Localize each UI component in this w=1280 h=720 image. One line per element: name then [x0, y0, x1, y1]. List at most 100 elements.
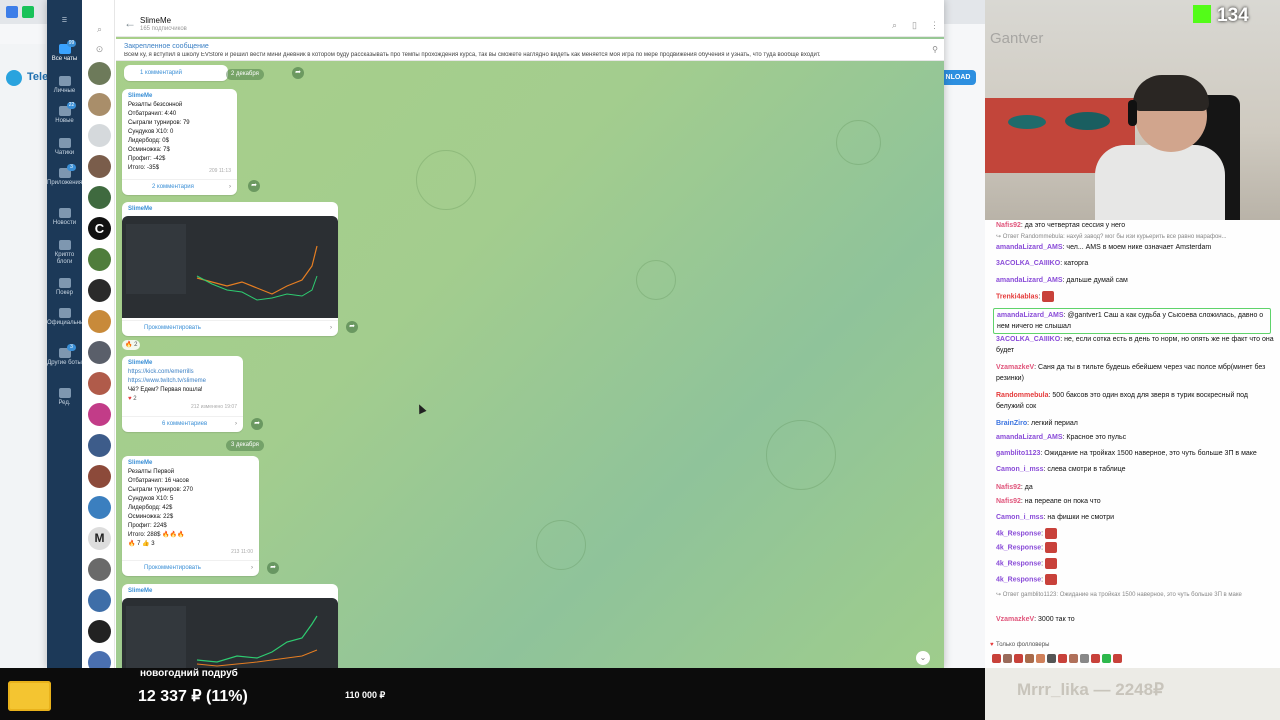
chat-username[interactable]: BrainZiro [996, 420, 1027, 427]
emote-row[interactable] [992, 654, 1124, 666]
results-screenshot[interactable] [122, 598, 338, 668]
sidebar-toggle-icon[interactable]: ▯ [912, 20, 917, 31]
chat-username[interactable]: 3ACOLKA_CAIIIKO [996, 260, 1060, 267]
chat-username[interactable]: gamblito1123 [996, 450, 1040, 457]
message-author[interactable]: SlimeMe [122, 584, 338, 599]
folder-all-chats[interactable]: Все чаты 99 [47, 40, 82, 63]
folder-edit[interactable]: Ред. [47, 388, 82, 407]
emote-icon[interactable] [1047, 654, 1056, 663]
chat-username[interactable]: Nafis92 [996, 222, 1021, 229]
folder-other-bots[interactable]: Другие боты 3 [47, 344, 82, 367]
emote-icon[interactable] [1102, 654, 1111, 663]
emote-icon[interactable] [1080, 654, 1089, 663]
tab-favicon[interactable] [6, 6, 18, 18]
chat-avatar[interactable] [88, 93, 111, 116]
channel-title[interactable]: SlimeMe [140, 16, 171, 25]
chat-username[interactable]: VzamazkeV [996, 616, 1034, 623]
scroll-down-button[interactable]: ⌄ [916, 651, 930, 665]
chat-username[interactable]: Camon_i_mss [996, 466, 1043, 473]
share-icon[interactable]: ➦ [267, 562, 279, 574]
chat-username[interactable]: Nafis92 [996, 498, 1021, 505]
share-icon[interactable]: ➦ [248, 180, 260, 192]
chat-username[interactable]: 3ACOLKA_CAIIIKO [996, 336, 1060, 343]
emote-icon[interactable] [1036, 654, 1045, 663]
chat-avatar[interactable] [88, 496, 111, 519]
chat-avatar[interactable] [88, 62, 111, 85]
share-icon[interactable]: ➦ [251, 418, 263, 430]
chat-avatar[interactable]: C [88, 217, 111, 240]
chat-username[interactable]: 4k_Response [996, 560, 1041, 567]
archive-icon[interactable]: ⊙ [88, 38, 111, 61]
chat-username[interactable]: 4k_Response [996, 576, 1041, 583]
message-author[interactable]: SlimeMe [128, 92, 231, 101]
results-screenshot[interactable] [122, 216, 338, 318]
emote-icon[interactable] [1091, 654, 1100, 663]
menu-icon[interactable]: ☰ [47, 18, 82, 25]
emote-icon[interactable] [992, 654, 1001, 663]
folder-crypto[interactable]: Крипто блоги [47, 240, 82, 266]
reaction-badge[interactable]: 🔥 2 [122, 340, 141, 350]
share-icon[interactable]: ➦ [346, 321, 358, 333]
chat-avatar[interactable] [88, 124, 111, 147]
chat-username[interactable]: Camon_i_mss [996, 514, 1043, 521]
chat-username[interactable]: amandaLizard_AMS [996, 277, 1063, 284]
chat-username[interactable]: amandaLizard_AMS [997, 312, 1064, 319]
emote-icon[interactable] [1058, 654, 1067, 663]
message-author[interactable]: SlimeMe [122, 202, 338, 217]
comment-button[interactable]: Прокомментировать › [122, 320, 338, 334]
comments-link[interactable]: 1 комментарий [124, 66, 228, 80]
chat-username[interactable]: 4k_Response [996, 530, 1041, 537]
folder-news[interactable]: Новости [47, 208, 82, 227]
more-icon[interactable]: ⋮ [930, 20, 939, 31]
chat-avatar[interactable] [88, 558, 111, 581]
chat-avatar[interactable]: M [88, 527, 111, 550]
search-icon[interactable]: ⌕ [892, 20, 897, 31]
chat-avatar[interactable] [88, 248, 111, 271]
folder-new[interactable]: Новые 22 [47, 102, 82, 125]
chat-avatar[interactable] [88, 434, 111, 457]
chat-avatar[interactable] [88, 155, 111, 178]
chat-username[interactable]: 4k_Response [996, 544, 1041, 551]
emote-icon[interactable] [1014, 654, 1023, 663]
chat-username[interactable]: amandaLizard_AMS [996, 434, 1063, 441]
message-author[interactable]: SlimeMe [128, 459, 253, 468]
chat-username[interactable]: Nafis92 [996, 484, 1021, 491]
chat-avatar[interactable] [88, 341, 111, 364]
reply-reference[interactable]: ↪ Ответ gamblito1123: Ожидание на тройка… [996, 590, 1274, 601]
emote-icon[interactable] [1069, 654, 1078, 663]
download-button[interactable]: NLOAD [940, 70, 976, 85]
pinned-message-bar[interactable]: Закрепленное сообщение Всем ку, я вступи… [116, 39, 944, 61]
twitch-link[interactable]: https://www.twitch.tv/slimeme [128, 377, 237, 386]
share-icon[interactable]: ➦ [292, 67, 304, 79]
chat-avatar[interactable] [88, 310, 111, 333]
chat-username[interactable]: VzamazkeV [996, 364, 1034, 371]
chat-avatar[interactable] [88, 589, 111, 612]
chat-avatar[interactable] [88, 465, 111, 488]
chat-avatar[interactable] [88, 279, 111, 302]
kick-link[interactable]: https://kick.com/emerrills [128, 368, 237, 377]
chat-username[interactable]: Trenki4ablas [996, 293, 1038, 300]
comments-link[interactable]: 6 комментариев › [122, 416, 243, 430]
emote-icon[interactable] [1025, 654, 1034, 663]
chat-username[interactable]: amandaLizard_AMS [996, 244, 1063, 251]
chat-avatar[interactable] [88, 403, 111, 426]
folder-apps[interactable]: Приложения 3 [47, 164, 82, 187]
back-arrow-icon[interactable]: ← [124, 16, 136, 30]
message-author[interactable]: SlimeMe [128, 359, 237, 368]
tab-favicon[interactable] [22, 6, 34, 18]
emote-icon[interactable] [1113, 654, 1122, 663]
chat-username[interactable]: Randommebula [996, 392, 1049, 399]
headphones [1128, 100, 1137, 126]
emote-icon[interactable] [1003, 654, 1012, 663]
folder-personal[interactable]: Личные [47, 76, 82, 95]
comment-button[interactable]: Прокомментировать › [122, 560, 259, 574]
chat-message: amandaLizard_AMS: Красное это пульс [996, 432, 1274, 443]
chat-avatar[interactable] [88, 186, 111, 209]
chat-avatar[interactable] [88, 372, 111, 395]
comments-link[interactable]: 2 комментария › [122, 179, 237, 193]
folder-chats[interactable]: Чатики [47, 138, 82, 157]
folder-poker[interactable]: Покер [47, 278, 82, 297]
pin-icon[interactable]: ⚲ [932, 45, 938, 54]
folder-official[interactable]: Официальные [47, 308, 88, 327]
chat-avatar[interactable] [88, 620, 111, 643]
